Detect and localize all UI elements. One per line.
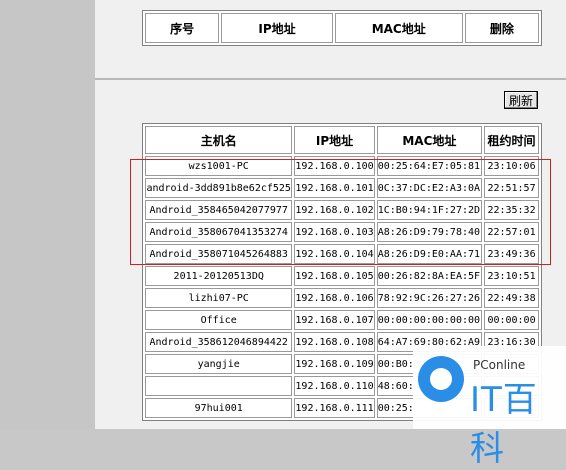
col-header-index: 序号 — [145, 13, 220, 43]
ip-cell: 192.168.0.100 — [294, 156, 375, 176]
ip-cell: 192.168.0.108 — [294, 332, 375, 352]
mac-cell: 78:92:9C:26:27:26 — [376, 288, 483, 308]
lease-time-cell: 22:57:01 — [484, 222, 539, 242]
hostname-cell: 2011-20120513DQ — [145, 266, 293, 286]
lease-time-cell: 00:00:00 — [484, 310, 539, 330]
hostname-cell: Android_358067041353274 — [145, 222, 293, 242]
pconline-watermark: PConline IT百科 — [413, 346, 566, 469]
hostname-cell: yangjie — [145, 354, 293, 374]
lease-time-cell: 23:49:36 — [484, 244, 539, 264]
col-header-lease-time: 租约时间 — [484, 126, 539, 154]
left-sidebar — [0, 0, 95, 429]
dhcp-header-row: 主机名 IP地址 MAC地址 租约时间 — [145, 126, 539, 154]
ip-cell: 192.168.0.103 — [294, 222, 375, 242]
lease-time-cell: 22:49:38 — [484, 288, 539, 308]
ip-cell: 192.168.0.101 — [294, 178, 375, 198]
col-header-mac: MAC地址 — [376, 126, 483, 154]
col-header-mac: MAC地址 — [334, 13, 463, 43]
lease-time-cell: 22:51:57 — [484, 178, 539, 198]
mac-cell: A8:26:D9:79:78:40 — [376, 222, 483, 242]
hostname-cell: wzs1001-PC — [145, 156, 293, 176]
ip-cell: 192.168.0.102 — [294, 200, 375, 220]
table-row: Android_358067041353274 192.168.0.103 A8:2… — [145, 222, 539, 242]
hostname-cell: lizhi07-PC — [145, 288, 293, 308]
refresh-button[interactable]: 刷新 — [504, 91, 538, 109]
table-row: 2011-20120513DQ 192.168.0.105 00:26:82:8A:… — [145, 266, 539, 286]
lease-time-cell: 23:10:51 — [484, 266, 539, 286]
watermark-site: PConline — [473, 358, 526, 372]
static-binding-table: 序号 IP地址 MAC地址 删除 — [142, 10, 542, 46]
watermark-brand: IT百科 — [470, 380, 538, 469]
table-row: Office 192.168.0.107 00:00:00:00:00:00 00:0… — [145, 310, 539, 330]
hostname-cell: Android_358465042077977 — [145, 200, 293, 220]
col-header-delete: 删除 — [464, 13, 539, 43]
mac-cell: 00:26:82:8A:EA:5F — [376, 266, 483, 286]
mac-cell: 1C:B0:94:1F:27:2D — [376, 200, 483, 220]
section-divider — [95, 78, 566, 80]
lease-time-cell: 23:10:06 — [484, 156, 539, 176]
lease-time-cell: 22:35:32 — [484, 200, 539, 220]
ip-cell: 192.168.0.106 — [294, 288, 375, 308]
ip-cell: 192.168.0.110 — [294, 376, 375, 396]
ip-cell: 192.168.0.107 — [294, 310, 375, 330]
hostname-cell — [145, 376, 293, 396]
table-row: Android_358465042077977 192.168.0.102 1C:B… — [145, 200, 539, 220]
ip-cell: 192.168.0.105 — [294, 266, 375, 286]
hostname-cell: Office — [145, 310, 293, 330]
mac-cell: 0C:37:DC:E2:A3:0A — [376, 178, 483, 198]
static-binding-header-row: 序号 IP地址 MAC地址 删除 — [145, 13, 539, 43]
ip-cell: 192.168.0.109 — [294, 354, 375, 374]
hostname-cell: Android_358612046894422 — [145, 332, 293, 352]
ip-cell: 192.168.0.104 — [294, 244, 375, 264]
hostname-cell: 97hui001 — [145, 398, 293, 418]
mac-cell: 00:25:64:E7:05:81 — [376, 156, 483, 176]
table-row: android-3dd891b8e62cf525 192.168.0.101 0C:… — [145, 178, 539, 198]
mac-cell: A8:26:D9:E0:AA:71 — [376, 244, 483, 264]
col-header-ip: IP地址 — [221, 13, 333, 43]
col-header-hostname: 主机名 — [145, 126, 293, 154]
pconline-logo-icon — [418, 356, 464, 402]
col-header-ip: IP地址 — [294, 126, 375, 154]
mac-cell: 00:00:00:00:00:00 — [376, 310, 483, 330]
hostname-cell: android-3dd891b8e62cf525 — [145, 178, 293, 198]
table-row: Android_358071045264883 192.168.0.104 A8:2… — [145, 244, 539, 264]
table-row: lizhi07-PC 192.168.0.106 78:92:9C:26:27:26… — [145, 288, 539, 308]
table-row: wzs1001-PC 192.168.0.100 00:25:64:E7:05:81… — [145, 156, 539, 176]
hostname-cell: Android_358071045264883 — [145, 244, 293, 264]
ip-cell: 192.168.0.111 — [294, 398, 375, 418]
